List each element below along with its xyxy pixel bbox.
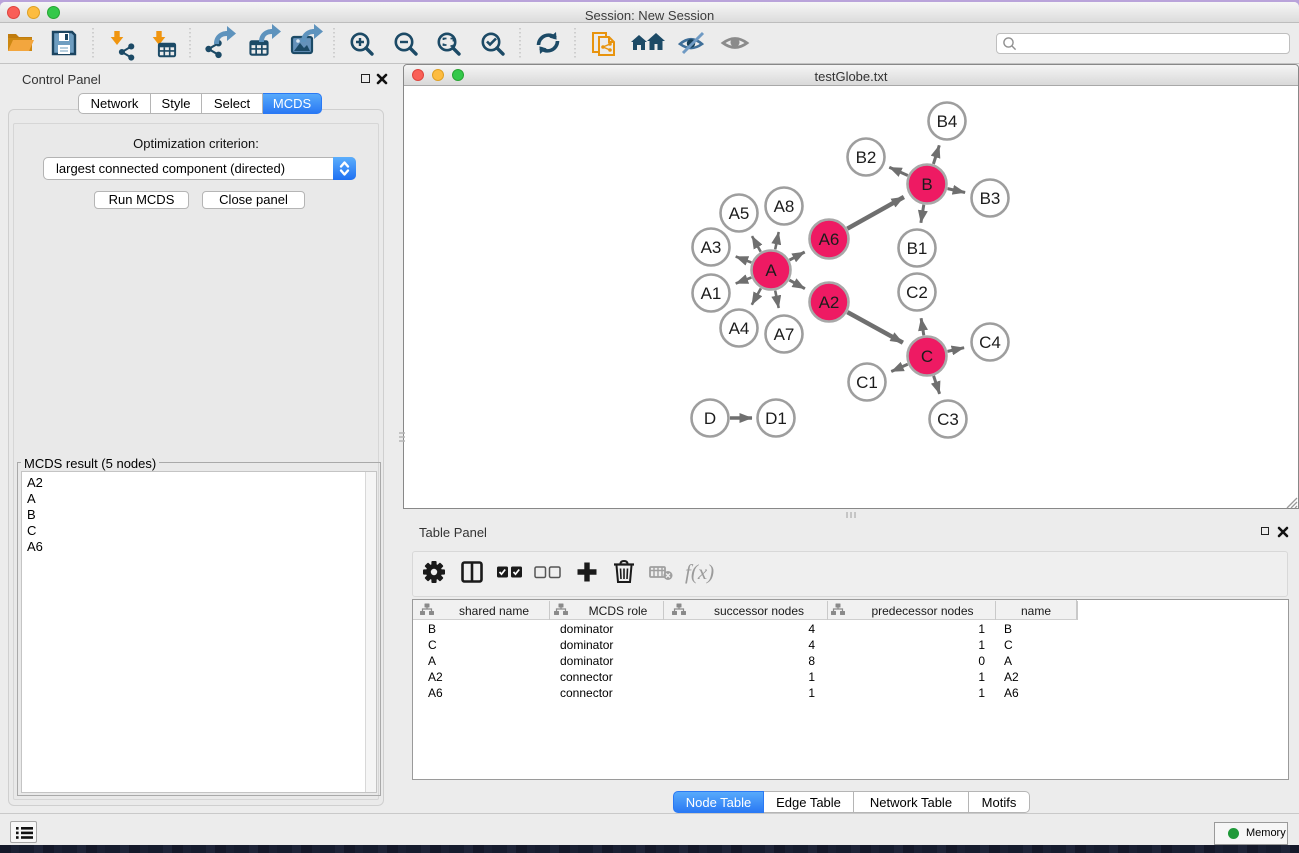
svg-text:A2: A2 [819,293,840,312]
svg-text:C: C [921,347,933,366]
svg-text:A4: A4 [729,319,750,338]
svg-text:C2: C2 [906,283,928,302]
svg-text:B2: B2 [856,148,877,167]
svg-text:B1: B1 [907,239,928,258]
svg-text:C1: C1 [856,373,878,392]
svg-text:A3: A3 [701,238,722,257]
svg-text:B4: B4 [937,112,958,131]
svg-text:C4: C4 [979,333,1001,352]
svg-text:A1: A1 [701,284,722,303]
svg-text:A: A [765,261,777,280]
svg-text:A8: A8 [774,197,795,216]
svg-text:A7: A7 [774,325,795,344]
svg-text:A5: A5 [729,204,750,223]
svg-text:A6: A6 [819,230,840,249]
svg-text:D: D [704,409,716,428]
svg-text:B: B [921,175,932,194]
svg-text:f(x): f(x) [685,560,714,584]
svg-text:B3: B3 [980,189,1001,208]
svg-text:D1: D1 [765,409,787,428]
svg-text:C3: C3 [937,410,959,429]
